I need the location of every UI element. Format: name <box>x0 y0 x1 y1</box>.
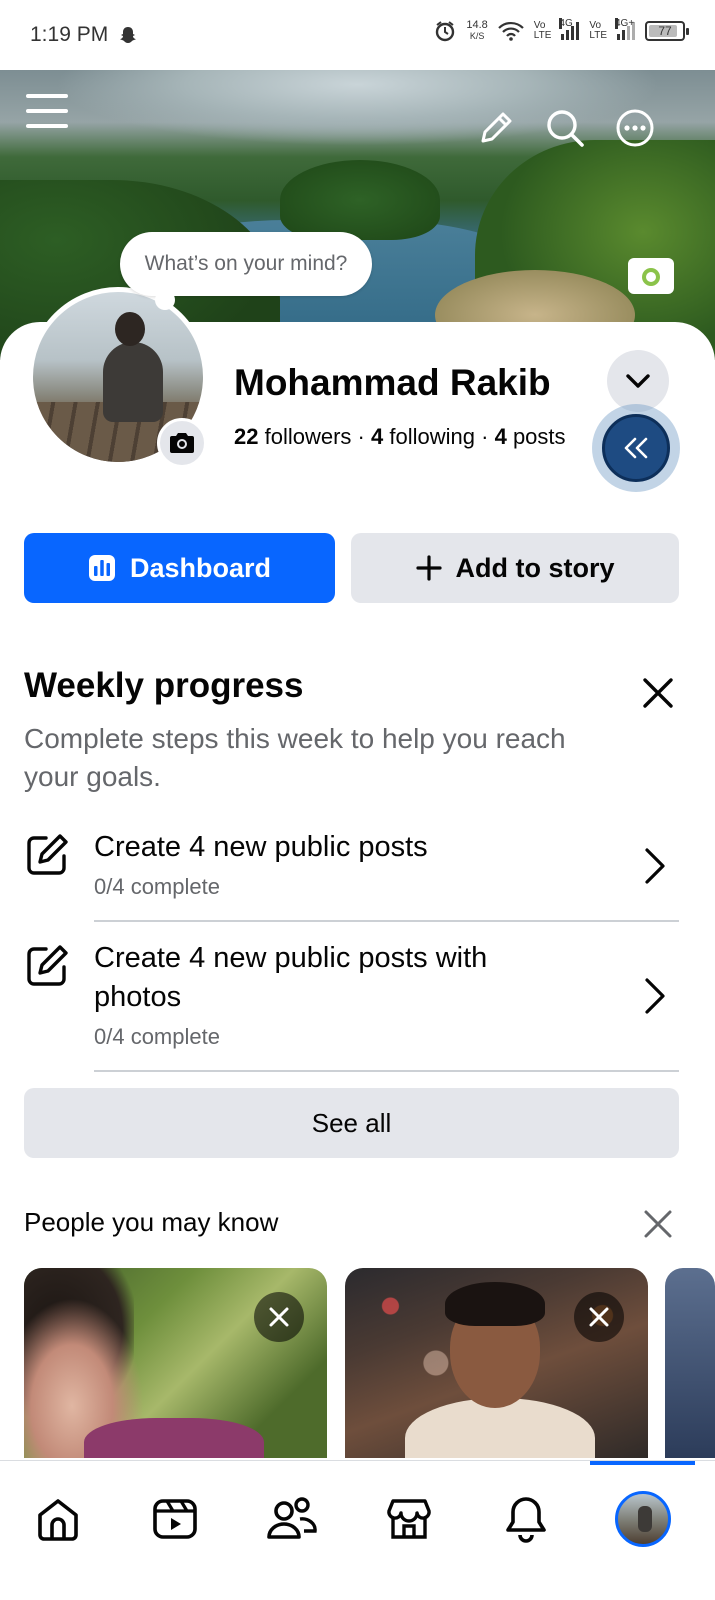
close-icon <box>644 1210 672 1238</box>
battery-level: 77 <box>658 24 672 38</box>
hamburger-menu-icon <box>26 94 68 128</box>
task-title: Create 4 new public posts <box>94 831 428 863</box>
sim1-volte: Vo LTE <box>534 21 552 41</box>
profile-name: Mohammad Rakib <box>234 362 551 403</box>
profile-avatar-small <box>615 1491 671 1547</box>
task-progress: 0/4 complete <box>94 1024 220 1049</box>
add-to-story-button[interactable]: Add to story <box>351 533 679 603</box>
pencil-icon <box>481 112 512 143</box>
weekly-progress-close-button[interactable] <box>638 673 678 713</box>
sim1-signal-icon: 4G <box>559 18 580 40</box>
posts-count: 4 <box>494 424 507 449</box>
avatar-camera-button[interactable] <box>157 418 207 468</box>
add-to-story-label: Add to story <box>455 552 615 583</box>
edit-square-icon <box>27 834 68 875</box>
task-divider <box>94 920 679 922</box>
edit-profile-button[interactable] <box>476 108 516 148</box>
close-icon <box>643 678 673 708</box>
dismiss-suggestion-button[interactable] <box>254 1292 304 1342</box>
nav-video[interactable] <box>145 1489 205 1549</box>
cover-camera-button[interactable] <box>628 258 674 294</box>
double-chevron-left-icon <box>624 437 648 459</box>
camera-icon <box>635 266 667 289</box>
stats-separator: · <box>357 424 365 449</box>
search-icon <box>547 110 584 147</box>
edit-square-icon <box>27 945 68 986</box>
bottom-nav <box>0 1460 715 1600</box>
status-time: 1:19 PM <box>30 23 109 46</box>
chevron-down-icon <box>626 374 650 388</box>
nav-home[interactable] <box>28 1489 88 1549</box>
dashboard-button-label: Dashboard <box>129 552 272 583</box>
network-speed: 14.8 K/S <box>466 20 487 42</box>
sim2-network-type: 4G+ <box>615 18 635 29</box>
alarm-icon <box>436 21 455 42</box>
wifi-icon <box>498 21 524 41</box>
task-divider <box>94 1070 679 1072</box>
active-tab-indicator <box>590 1461 695 1465</box>
sim2-volte: Vo LTE <box>589 21 607 41</box>
nav-notifications[interactable] <box>496 1489 556 1549</box>
posts-label[interactable]: posts <box>513 424 566 449</box>
see-all-button[interactable]: See all <box>24 1088 679 1158</box>
nav-friends[interactable] <box>262 1489 322 1549</box>
nav-marketplace[interactable] <box>379 1489 439 1549</box>
weekly-progress-title: Weekly progress <box>24 666 304 705</box>
profile-stats: 22 followers · 4 following · 4 posts <box>234 424 614 450</box>
dismiss-suggestion-button[interactable] <box>574 1292 624 1342</box>
chevron-right-icon <box>645 848 665 884</box>
followers-label[interactable]: followers <box>265 424 352 449</box>
more-options-button[interactable] <box>615 108 655 148</box>
weekly-progress-subtitle: Complete steps this week to help you rea… <box>24 723 566 792</box>
profile-options-button[interactable] <box>607 350 669 412</box>
bell-icon <box>506 1497 546 1543</box>
close-icon <box>589 1307 609 1327</box>
status-bar: 1:19 PM 14.8 K/S Vo LTE 4G Vo LTE 4G+ 77 <box>0 0 715 70</box>
sim1-lte: LTE <box>533 30 552 41</box>
sim2-lte: LTE <box>589 30 607 41</box>
followers-count: 22 <box>234 424 259 449</box>
task-item[interactable]: Create 4 new public posts 0/4 complete <box>24 828 679 922</box>
people-you-may-know-close-button[interactable] <box>642 1208 674 1240</box>
more-icon <box>616 109 654 147</box>
task-title: Create 4 new public posts with photos <box>94 942 488 1013</box>
bubble-tail <box>155 290 175 310</box>
sim1-network-type: 4G <box>559 18 573 29</box>
network-speed-unit: K/S <box>469 31 485 41</box>
floating-collapse-button[interactable] <box>592 404 680 492</box>
plus-icon <box>415 555 442 581</box>
nav-profile[interactable] <box>613 1489 673 1549</box>
suggestion-card[interactable] <box>665 1268 715 1458</box>
dashboard-icon <box>88 555 115 581</box>
task-item[interactable]: Create 4 new public posts with photos 0/… <box>24 939 679 1072</box>
search-button[interactable] <box>545 108 585 148</box>
network-speed-value: 14.8 <box>466 19 488 31</box>
snapchat-icon <box>120 27 137 43</box>
menu-button[interactable] <box>26 90 68 132</box>
home-icon <box>38 1499 78 1541</box>
close-icon <box>269 1307 289 1327</box>
friends-icon <box>267 1497 317 1539</box>
video-icon <box>153 1499 197 1539</box>
camera-icon <box>170 433 194 453</box>
dashboard-button[interactable]: Dashboard <box>24 533 335 603</box>
task-progress: 0/4 complete <box>94 874 220 899</box>
whats-on-your-mind-bubble[interactable]: What’s on your mind? <box>120 232 372 296</box>
marketplace-icon <box>387 1499 431 1539</box>
stats-separator: · <box>481 424 489 449</box>
battery-icon: 77 <box>645 21 689 41</box>
chevron-right-icon <box>645 978 665 1014</box>
sim2-signal-icon: 4G+ <box>615 18 635 40</box>
following-count: 4 <box>371 424 384 449</box>
following-label[interactable]: following <box>389 424 475 449</box>
people-you-may-know-title: People you may know <box>24 1207 279 1237</box>
status-indicators: 14.8 K/S Vo LTE 4G Vo LTE 4G+ 77 <box>434 18 689 42</box>
